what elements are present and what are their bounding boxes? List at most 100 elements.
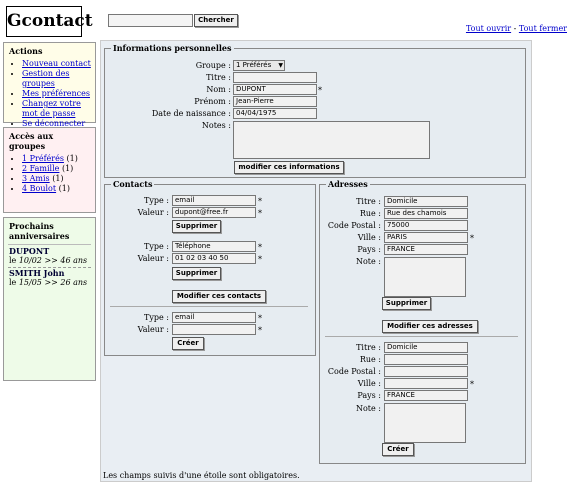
- group-item[interactable]: 4 Boulot (1): [22, 184, 95, 194]
- name-field[interactable]: DUPONT: [233, 84, 317, 95]
- contact-value-label: Valeur :: [137, 208, 169, 217]
- address-note-textarea[interactable]: [384, 257, 466, 297]
- birthday-age: 26 ans: [60, 278, 88, 287]
- group-link[interactable]: 1 Préférés: [22, 154, 64, 163]
- search-input[interactable]: [108, 14, 193, 27]
- required-star: *: [258, 243, 262, 252]
- required-star: *: [258, 197, 262, 206]
- title-label: Titre :: [206, 73, 231, 82]
- birthday-name[interactable]: DUPONT: [9, 247, 90, 256]
- group-link[interactable]: 3 Amis: [22, 174, 50, 183]
- birthdate-label: Date de naissance :: [151, 109, 231, 118]
- birthday-entry: SMITH John le 15/05 >> 26 ans: [4, 268, 95, 288]
- app-logo: Gcontact: [6, 6, 93, 37]
- address-street-field[interactable]: Rue des chamois: [384, 208, 468, 219]
- create-address-button[interactable]: Créer: [382, 443, 414, 456]
- search-button[interactable]: Chercher: [194, 14, 238, 27]
- required-star: *: [258, 255, 262, 264]
- contact-value-field[interactable]: 01 02 03 40 50: [172, 253, 256, 264]
- create-contact-button[interactable]: Créer: [172, 337, 204, 350]
- actions-title: Actions: [9, 46, 43, 56]
- delete-contact-button[interactable]: Supprimer: [172, 220, 221, 233]
- delete-contact-button[interactable]: Supprimer: [172, 267, 221, 280]
- address-country-field[interactable]: FRANCE: [384, 244, 468, 255]
- personal-legend: Informations personnelles: [111, 43, 234, 53]
- new-address-note-textarea[interactable]: [384, 403, 466, 443]
- open-all-link[interactable]: Tout ouvrir: [466, 24, 511, 33]
- modify-addresses-button[interactable]: Modifier ces adresses: [382, 320, 478, 333]
- group-link[interactable]: 4 Boulot: [22, 184, 56, 193]
- contact-value-field[interactable]: dupont@free.fr: [172, 207, 256, 218]
- address-street-label: Rue :: [359, 209, 381, 218]
- sidebar-item-password[interactable]: Changez votre mot de passe: [22, 99, 95, 119]
- addresses-fieldset: Adresses Titre : Domicile Rue : Rue des …: [319, 180, 526, 464]
- change-password-link[interactable]: Changez votre mot de passe: [22, 99, 81, 118]
- group-link[interactable]: 2 Famille: [22, 164, 59, 173]
- new-contact-value-label: Valeur :: [137, 325, 169, 334]
- firstname-field[interactable]: Jean-Pierre: [233, 96, 317, 107]
- address-country-label: Pays :: [357, 245, 381, 254]
- new-contact-link[interactable]: Nouveau contact: [22, 59, 91, 68]
- required-star: *: [258, 326, 262, 335]
- modify-contacts-button[interactable]: Modifier ces contacts: [172, 290, 266, 303]
- manage-groups-link[interactable]: Gestion des groupes: [22, 69, 69, 88]
- group-item[interactable]: 1 Préférés (1): [22, 154, 95, 164]
- group-count: (1): [52, 174, 64, 183]
- new-contact-value-field[interactable]: [172, 324, 256, 335]
- divider: [110, 306, 308, 307]
- contacts-legend: Contacts: [111, 179, 155, 189]
- expand-controls: Tout ouvrir - Tout fermer: [466, 24, 567, 33]
- new-address-title-label: Titre :: [356, 343, 381, 352]
- birthdate-field[interactable]: 04/04/1975: [233, 108, 317, 119]
- sidebar-item-groups[interactable]: Gestion des groupes: [22, 69, 95, 89]
- birthday-date: 15/05: [18, 278, 42, 287]
- contact-type-field[interactable]: email: [172, 195, 256, 206]
- group-item[interactable]: 2 Famille (1): [22, 164, 95, 174]
- required-star: *: [258, 209, 262, 218]
- birthday-sep: >>: [41, 256, 61, 265]
- notes-label: Notes :: [201, 121, 231, 130]
- new-address-country-field[interactable]: FRANCE: [384, 390, 468, 401]
- group-selected: 1 Préférés: [236, 61, 272, 69]
- address-title-field[interactable]: Domicile: [384, 196, 468, 207]
- address-note-label: Note :: [355, 257, 381, 266]
- group-count: (1): [61, 164, 74, 173]
- divider: [325, 336, 518, 337]
- chevron-down-icon: ▼: [278, 62, 283, 69]
- new-address-country-label: Pays :: [357, 391, 381, 400]
- preferences-link[interactable]: Mes préférences: [22, 89, 90, 98]
- title-field[interactable]: [233, 72, 317, 83]
- contact-type-label: Type :: [144, 242, 169, 251]
- new-address-zip-field[interactable]: [384, 366, 468, 377]
- firstname-label: Prénom :: [194, 97, 231, 106]
- sidebar-item-new-contact[interactable]: Nouveau contact: [22, 59, 95, 69]
- required-fields-note: Les champs suivis d'une étoile sont obli…: [103, 471, 300, 480]
- delete-address-button[interactable]: Supprimer: [382, 297, 431, 310]
- actions-panel: Actions Nouveau contact Gestion des grou…: [3, 42, 96, 128]
- group-select[interactable]: 1 Préférés ▼: [233, 60, 285, 71]
- contact-type-field[interactable]: Téléphone: [172, 241, 256, 252]
- birthday-sep: >>: [41, 278, 61, 287]
- birthday-prefix: le: [9, 278, 19, 287]
- new-address-city-label: Ville :: [357, 379, 381, 388]
- name-label: Nom :: [206, 85, 231, 94]
- address-city-field[interactable]: PARIS: [384, 232, 468, 243]
- close-all-link[interactable]: Tout fermer: [519, 24, 567, 33]
- new-address-street-field[interactable]: [384, 354, 468, 365]
- group-item[interactable]: 3 Amis (1): [22, 174, 95, 184]
- sidebar-item-prefs[interactable]: Mes préférences: [22, 89, 95, 99]
- new-contact-type-field[interactable]: email: [172, 312, 256, 323]
- address-title-label: Titre :: [356, 197, 381, 206]
- group-label: Groupe :: [195, 61, 231, 70]
- modify-info-button[interactable]: modifier ces informations: [234, 161, 344, 174]
- contact-type-label: Type :: [144, 196, 169, 205]
- birthday-prefix: le: [9, 256, 19, 265]
- birthday-name[interactable]: SMITH John: [9, 269, 90, 278]
- new-address-city-field[interactable]: [384, 378, 468, 389]
- new-address-title-field[interactable]: Domicile: [384, 342, 468, 353]
- address-zip-field[interactable]: 75000: [384, 220, 468, 231]
- notes-textarea[interactable]: [233, 121, 430, 159]
- contact-value-label: Valeur :: [137, 254, 169, 263]
- contacts-fieldset: Contacts Type : email * Valeur : dupont@…: [104, 180, 316, 356]
- group-count: (1): [66, 154, 78, 163]
